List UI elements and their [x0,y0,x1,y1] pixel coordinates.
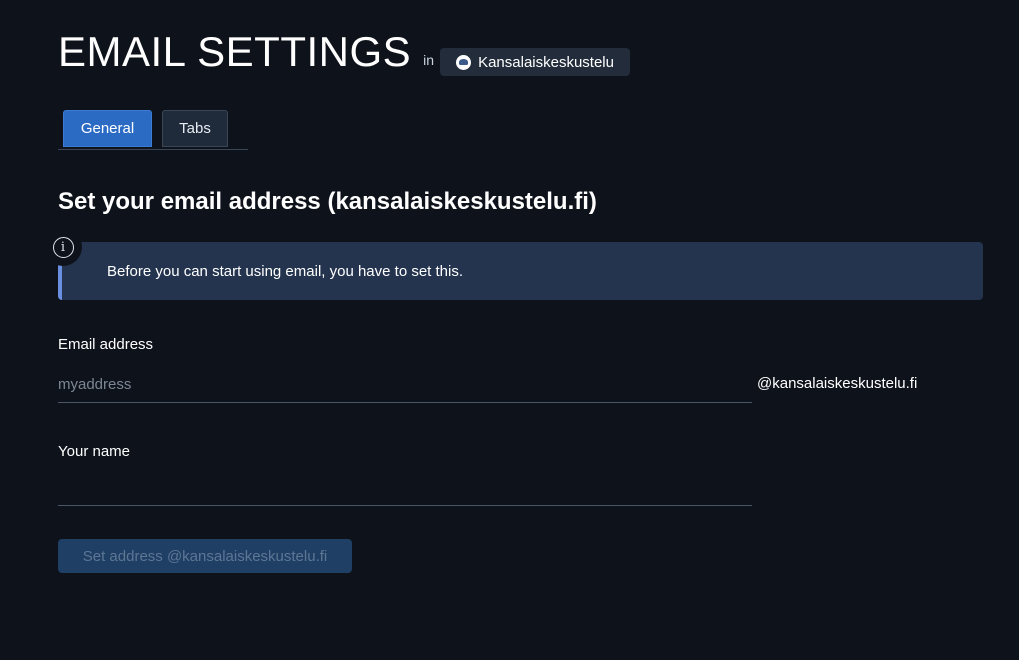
tab-tabs[interactable]: Tabs [162,110,228,147]
page-title: EMAIL SETTINGS [58,28,412,75]
info-notice: Before you can start using email, you ha… [58,242,983,300]
info-notice-text: Before you can start using email, you ha… [107,262,464,280]
info-icon: i [52,236,74,258]
in-label: in [423,52,435,68]
your-name-input[interactable] [58,470,752,506]
info-icon-badge: i [44,228,82,266]
email-domain-suffix: @kansalaiskeskustelu.fi [757,375,918,392]
title-row: EMAIL SETTINGS in Kansalaiskeskustelu [58,26,630,78]
room-avatar-icon [456,54,472,70]
email-address-label: Email address [58,336,154,353]
room-name: Kansalaiskeskustelu [478,53,614,71]
set-address-button[interactable]: Set address @kansalaiskeskustelu.fi [58,539,352,573]
settings-tabs: General Tabs [58,110,248,150]
tab-general[interactable]: General [63,110,152,147]
email-settings-page: EMAIL SETTINGS in Kansalaiskeskustelu Ge… [0,0,1019,660]
room-pill[interactable]: Kansalaiskeskustelu [440,48,630,76]
your-name-label: Your name [58,443,130,460]
email-address-input[interactable] [58,367,752,403]
section-heading: Set your email address (kansalaiskeskust… [58,188,597,215]
